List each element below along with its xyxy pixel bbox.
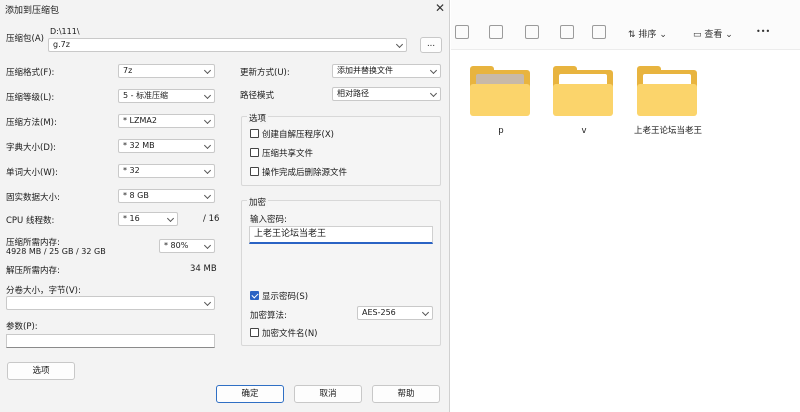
encrypt-method-value: AES-256 <box>362 308 396 317</box>
dialog-title: 添加到压缩包 <box>5 6 60 16</box>
paste-icon[interactable] <box>525 25 539 39</box>
cpu-select[interactable]: * 16 <box>118 212 178 226</box>
archive-name-combo[interactable]: g.7z <box>48 38 407 52</box>
ok-button[interactable]: 确定 <box>216 385 284 403</box>
sfx-checkbox[interactable] <box>250 129 259 138</box>
show-password-checkbox[interactable] <box>250 291 259 300</box>
sfx-label: 创建自解压程序(X) <box>262 130 334 140</box>
chevron-down-icon <box>203 66 212 75</box>
format-select[interactable]: 7z <box>118 64 215 78</box>
chevron-down-icon <box>203 141 212 150</box>
encrypt-group-title: 加密 <box>247 196 269 208</box>
memory-select[interactable]: * 80% <box>159 239 215 253</box>
cpu-total: / 16 <box>203 214 220 224</box>
memory-value: * 80% <box>164 241 189 250</box>
view-button[interactable]: ▭ 查看 ⌄ <box>693 27 733 40</box>
folder-name: v <box>581 126 587 136</box>
view-icon: ▭ <box>693 30 702 40</box>
level-label: 压缩等级(L): <box>6 93 55 103</box>
options-group-title: 选项 <box>247 112 269 124</box>
encrypt-names-label: 加密文件名(N) <box>262 329 318 339</box>
encrypt-method-label: 加密算法: <box>250 311 287 321</box>
shared-label: 压缩共享文件 <box>262 149 314 159</box>
level-select[interactable]: 5 - 标准压缩 <box>118 89 215 103</box>
chevron-down-icon <box>395 40 404 49</box>
cpu-label: CPU 线程数: <box>6 216 55 226</box>
params-input[interactable] <box>6 334 215 348</box>
cpu-value: * 16 <box>123 214 140 223</box>
update-label: 更新方式(U): <box>240 68 290 78</box>
folder-name: p <box>498 126 504 136</box>
solid-value: * 8 GB <box>123 191 149 200</box>
word-value: * 32 <box>123 166 140 175</box>
share-icon[interactable] <box>560 25 574 39</box>
folder-name: 上老王论坛当老王 <box>633 126 702 136</box>
copy-icon[interactable] <box>489 25 503 39</box>
chevron-down-icon: ⌄ <box>725 30 733 40</box>
pathmode-value: 相对路径 <box>337 89 369 98</box>
chevron-down-icon <box>203 298 212 307</box>
cancel-button[interactable]: 取消 <box>294 385 362 403</box>
sort-label: 排序 <box>638 30 657 40</box>
dict-value: * 32 MB <box>123 141 155 150</box>
password-input[interactable]: 上老王论坛当老王 <box>249 226 433 244</box>
word-label: 单词大小(W): <box>6 168 58 178</box>
chevron-down-icon <box>203 166 212 175</box>
help-button[interactable]: 帮助 <box>372 385 440 403</box>
params-label: 参数(P): <box>6 322 38 332</box>
chevron-down-icon <box>429 66 438 75</box>
close-icon[interactable]: ✕ <box>433 1 447 15</box>
delete-source-label: 操作完成后删除源文件 <box>262 168 348 178</box>
pathmode-label: 路径模式 <box>240 91 275 101</box>
level-value: 5 - 标准压缩 <box>123 91 169 100</box>
dict-label: 字典大小(D): <box>6 143 57 153</box>
show-password-label: 显示密码(S) <box>262 292 309 302</box>
solid-label: 固实数据大小: <box>6 193 60 203</box>
method-select[interactable]: * LZMA2 <box>118 114 215 128</box>
browse-button[interactable]: ... <box>420 37 442 53</box>
encrypt-names-checkbox[interactable] <box>250 328 259 337</box>
chevron-down-icon <box>203 91 212 100</box>
archive-label: 压缩包(A) <box>6 34 44 44</box>
split-select[interactable] <box>6 296 215 310</box>
explorer-toolbar: ⇅ 排序 ⌄ ▭ 查看 ⌄ ••• <box>451 0 800 50</box>
options-button[interactable]: 选项 <box>7 362 75 380</box>
shared-checkbox[interactable] <box>250 148 259 157</box>
delete-icon[interactable] <box>592 25 606 39</box>
encrypt-method-select[interactable]: AES-256 <box>357 306 433 320</box>
update-select[interactable]: 添加并替换文件 <box>332 64 441 78</box>
more-icon[interactable]: ••• <box>756 27 770 36</box>
archive-name-value: g.7z <box>53 40 70 49</box>
format-value: 7z <box>123 66 133 75</box>
decomp-value: 34 MB <box>190 264 217 274</box>
format-label: 压缩格式(F): <box>6 68 55 78</box>
method-value: * LZMA2 <box>123 116 157 125</box>
split-label: 分卷大小，字节(V): <box>6 286 81 296</box>
chevron-down-icon <box>203 116 212 125</box>
chevron-down-icon <box>421 308 430 317</box>
decomp-label: 解压所需内存: <box>6 266 60 276</box>
update-value: 添加并替换文件 <box>337 66 393 75</box>
word-select[interactable]: * 32 <box>118 164 215 178</box>
pathmode-select[interactable]: 相对路径 <box>332 87 441 101</box>
sort-button[interactable]: ⇅ 排序 ⌄ <box>628 27 667 40</box>
chevron-down-icon <box>203 241 212 250</box>
add-to-archive-dialog: 添加到压缩包 ✕ 压缩包(A) D:\111\ g.7z ... 压缩格式(F)… <box>0 0 450 412</box>
chevron-down-icon: ⌄ <box>659 30 667 40</box>
method-label: 压缩方法(M): <box>6 118 57 128</box>
chevron-down-icon <box>166 214 175 223</box>
file-explorer: ⇅ 排序 ⌄ ▭ 查看 ⌄ ••• p v 上老王论坛当老王 <box>451 0 800 412</box>
chevron-down-icon <box>203 191 212 200</box>
archive-path: D:\111\ <box>50 27 80 36</box>
memory-detail: 4928 MB / 25 GB / 32 GB <box>6 247 106 256</box>
password-label: 输入密码: <box>250 215 287 225</box>
chevron-down-icon <box>429 89 438 98</box>
solid-select[interactable]: * 8 GB <box>118 189 215 203</box>
delete-source-checkbox[interactable] <box>250 167 259 176</box>
dict-select[interactable]: * 32 MB <box>118 139 215 153</box>
new-icon[interactable] <box>455 25 469 39</box>
view-label: 查看 <box>704 30 723 40</box>
sort-icon: ⇅ <box>628 30 636 40</box>
